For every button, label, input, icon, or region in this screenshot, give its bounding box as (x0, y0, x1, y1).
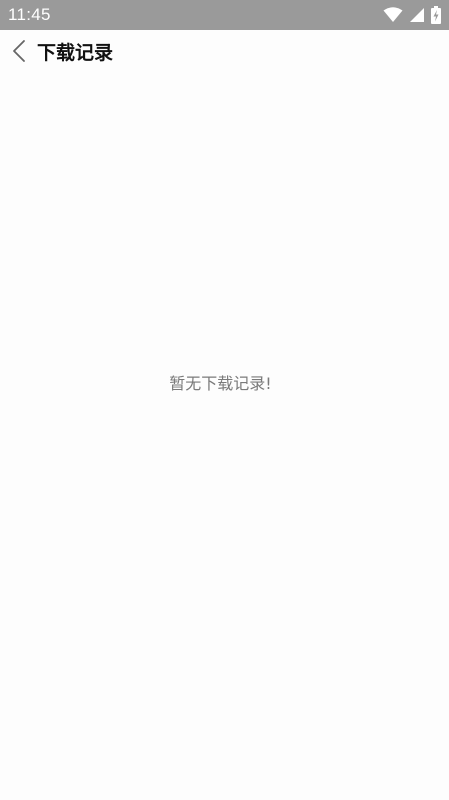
battery-charging-icon (431, 6, 441, 24)
status-icons (383, 6, 441, 24)
empty-message: 暂无下载记录! (169, 374, 272, 393)
page-title: 下载记录 (37, 42, 114, 64)
signal-icon (409, 7, 425, 23)
app-bar: 下载记录 (0, 30, 449, 76)
wifi-icon (383, 7, 403, 23)
back-button[interactable] (4, 36, 34, 70)
chevron-left-icon (12, 39, 26, 67)
status-time: 11:45 (8, 5, 51, 24)
status-bar: 11:45 (0, 0, 449, 30)
empty-state: 暂无下载记录! (0, 372, 441, 396)
